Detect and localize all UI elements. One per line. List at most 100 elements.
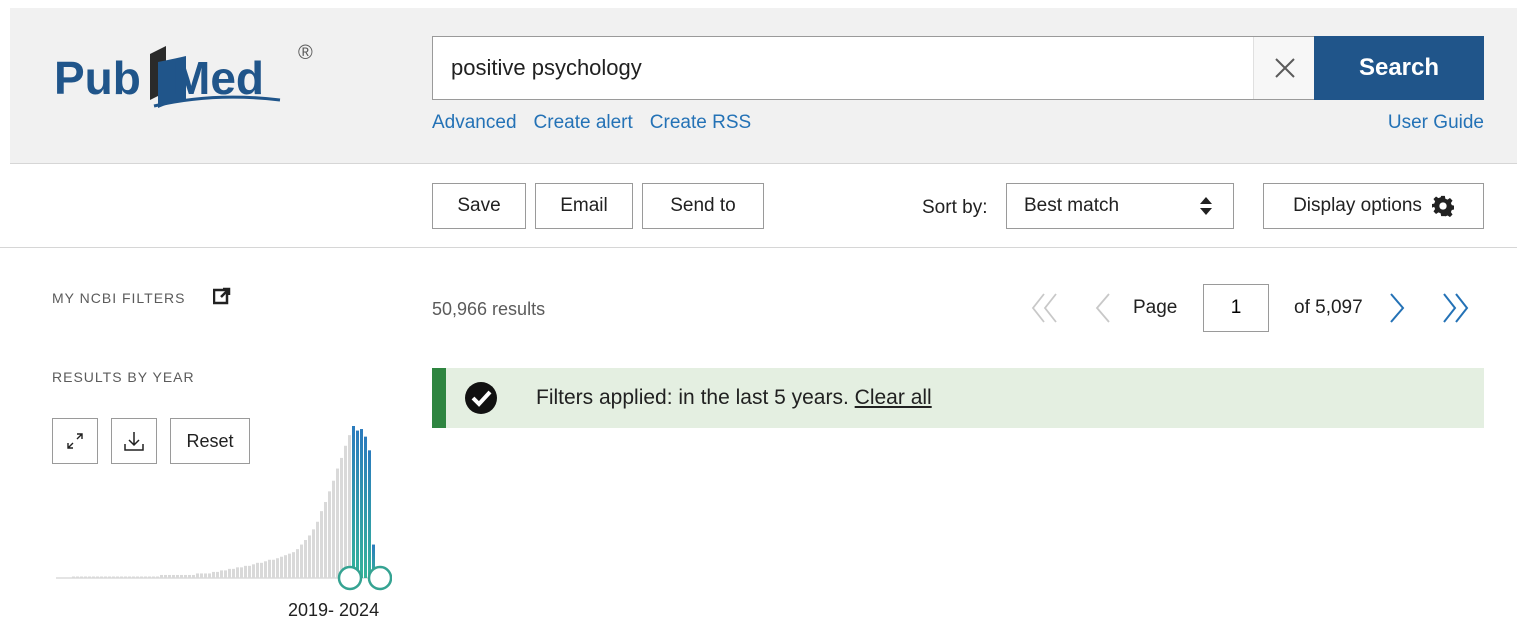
chart-bar-selected[interactable] xyxy=(364,436,367,578)
chart-bar[interactable] xyxy=(168,574,171,578)
chart-bar[interactable] xyxy=(92,576,95,578)
chart-bar[interactable] xyxy=(72,576,75,578)
chart-bar[interactable] xyxy=(128,576,131,578)
chart-bar[interactable] xyxy=(152,576,155,578)
chart-bar[interactable] xyxy=(164,574,167,578)
chart-bar[interactable] xyxy=(140,576,143,578)
save-button[interactable]: Save xyxy=(432,183,526,229)
chart-bar[interactable] xyxy=(280,556,283,578)
chart-bar[interactable] xyxy=(188,574,191,578)
email-button[interactable]: Email xyxy=(535,183,633,229)
chart-bar[interactable] xyxy=(348,435,351,578)
chart-bar[interactable] xyxy=(276,558,279,578)
clear-search-button[interactable] xyxy=(1253,37,1315,99)
chart-bar[interactable] xyxy=(240,567,243,578)
next-page-icon[interactable] xyxy=(1387,292,1407,324)
chart-bar[interactable] xyxy=(220,570,223,578)
sort-value: Best match xyxy=(1024,195,1120,216)
chart-bar[interactable] xyxy=(332,480,335,578)
chart-bar[interactable] xyxy=(144,576,147,578)
chart-bar[interactable] xyxy=(200,573,203,578)
chart-bar[interactable] xyxy=(192,574,195,578)
chart-bar[interactable] xyxy=(260,562,263,578)
chart-bar[interactable] xyxy=(300,544,303,578)
chart-bar[interactable] xyxy=(324,502,327,578)
previous-page-icon[interactable] xyxy=(1093,292,1113,324)
chart-bar[interactable] xyxy=(336,468,339,578)
chart-bar[interactable] xyxy=(288,553,291,578)
chart-bar[interactable] xyxy=(316,521,319,578)
search-input[interactable] xyxy=(451,37,1231,99)
chart-bar[interactable] xyxy=(100,576,103,578)
chart-bar[interactable] xyxy=(264,561,267,578)
chart-bar[interactable] xyxy=(132,576,135,578)
chart-bar[interactable] xyxy=(88,576,91,578)
chart-bar[interactable] xyxy=(284,555,287,578)
chart-bar[interactable] xyxy=(120,576,123,578)
chart-bar[interactable] xyxy=(308,535,311,578)
chart-bar[interactable] xyxy=(136,576,139,578)
chart-bar[interactable] xyxy=(124,576,127,578)
chart-bar-selected[interactable] xyxy=(356,430,359,578)
chart-bar[interactable] xyxy=(224,570,227,578)
chart-bar[interactable] xyxy=(232,568,235,578)
chart-bar[interactable] xyxy=(108,576,111,578)
chart-bar[interactable] xyxy=(112,576,115,578)
chart-bar[interactable] xyxy=(172,574,175,578)
chart-bar[interactable] xyxy=(176,574,179,578)
results-by-year-chart[interactable] xyxy=(52,420,392,620)
chart-bar[interactable] xyxy=(148,576,151,578)
chart-bar[interactable] xyxy=(76,576,79,578)
chart-bar[interactable] xyxy=(272,559,275,578)
chart-bar[interactable] xyxy=(208,573,211,578)
chart-bar[interactable] xyxy=(216,571,219,578)
pubmed-logo[interactable]: Pub Med ® xyxy=(54,30,324,120)
chart-bar-selected[interactable] xyxy=(352,426,355,578)
chart-bar[interactable] xyxy=(252,564,255,578)
chart-bar[interactable] xyxy=(244,565,247,578)
last-page-icon[interactable] xyxy=(1440,292,1470,324)
clear-all-link[interactable]: Clear all xyxy=(855,386,932,409)
chart-bar[interactable] xyxy=(212,571,215,578)
create-rss-link[interactable]: Create RSS xyxy=(650,112,751,133)
chart-bar[interactable] xyxy=(292,552,295,578)
chart-bar[interactable] xyxy=(196,573,199,578)
chart-bar[interactable] xyxy=(184,574,187,578)
chart-bar[interactable] xyxy=(116,576,119,578)
chart-bar[interactable] xyxy=(104,576,107,578)
display-options-button[interactable]: Display options xyxy=(1263,183,1484,229)
page-number-input[interactable] xyxy=(1203,284,1269,332)
chart-bar[interactable] xyxy=(156,576,159,578)
external-link-icon[interactable] xyxy=(213,287,231,305)
chart-bar[interactable] xyxy=(80,576,83,578)
range-end-handle[interactable] xyxy=(367,565,392,591)
chart-bar[interactable] xyxy=(344,445,347,578)
chart-bar[interactable] xyxy=(228,568,231,578)
send-to-button[interactable]: Send to xyxy=(642,183,764,229)
create-alert-link[interactable]: Create alert xyxy=(534,112,633,133)
range-start-handle[interactable] xyxy=(337,565,363,591)
chart-bar[interactable] xyxy=(328,491,331,578)
chart-bar-selected[interactable] xyxy=(368,450,371,578)
chart-bar[interactable] xyxy=(256,562,259,578)
chart-bar[interactable] xyxy=(160,574,163,578)
chart-bar[interactable] xyxy=(236,567,239,578)
chart-bar[interactable] xyxy=(320,511,323,578)
chart-bar[interactable] xyxy=(248,565,251,578)
chart-bar[interactable] xyxy=(268,559,271,578)
chart-bar[interactable] xyxy=(96,576,99,578)
my-ncbi-filters-heading[interactable]: MY NCBI FILTERS xyxy=(52,290,186,306)
chart-bar[interactable] xyxy=(296,549,299,578)
chart-bar[interactable] xyxy=(204,573,207,578)
chart-bar[interactable] xyxy=(312,529,315,578)
first-page-icon[interactable] xyxy=(1030,292,1060,324)
advanced-link[interactable]: Advanced xyxy=(432,112,517,133)
search-button[interactable]: Search xyxy=(1314,36,1484,100)
chart-bar[interactable] xyxy=(84,576,87,578)
user-guide-link[interactable]: User Guide xyxy=(1388,112,1484,134)
chart-bar[interactable] xyxy=(340,457,343,578)
chart-bar-selected[interactable] xyxy=(360,429,363,578)
sort-select[interactable]: Best match xyxy=(1006,183,1234,229)
chart-bar[interactable] xyxy=(304,540,307,578)
chart-bar[interactable] xyxy=(180,574,183,578)
